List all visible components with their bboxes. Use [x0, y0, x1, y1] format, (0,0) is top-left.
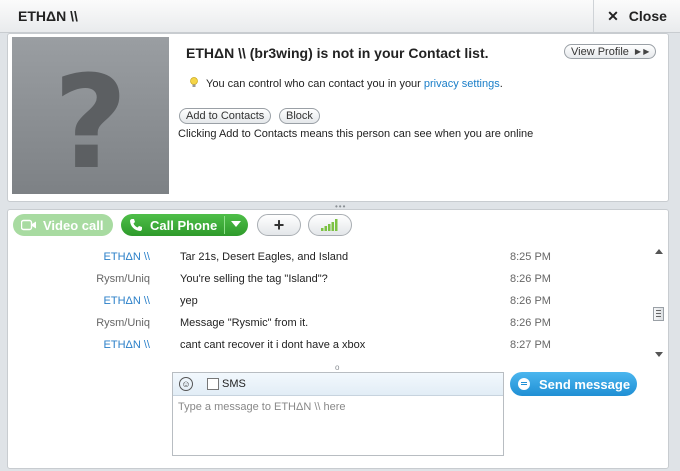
message-time: 8:25 PM [510, 251, 551, 263]
sms-checkbox[interactable] [207, 378, 219, 390]
message-scrollbar[interactable] [652, 245, 666, 361]
privacy-hint: You can control who can contact you in y… [190, 77, 503, 90]
scroll-down-icon[interactable] [655, 352, 663, 357]
send-message-button[interactable]: Send message [510, 372, 637, 396]
emoticon-icon[interactable]: ☺ [179, 377, 193, 391]
call-quality-button[interactable] [308, 214, 352, 236]
message-row: ETHΔN \\ cant cant recover it i dont hav… [8, 333, 648, 355]
privacy-hint-text: You can control who can contact you in y… [206, 78, 424, 90]
message-composer: ☺ SMS Type a message to ETHΔN \\ here [172, 372, 504, 456]
message-time: 8:27 PM [510, 339, 551, 351]
title-bar: ETHΔN \\ ✕ Close [0, 0, 680, 33]
arrow-right-icon: ▶ ▶ [634, 47, 650, 56]
privacy-settings-link[interactable]: privacy settings [424, 78, 500, 90]
unknown-avatar-icon: ? [53, 49, 128, 198]
message-row: Rysm/Uniq Message "Rysmic" from it. 8:26… [8, 311, 648, 333]
message-text: You're selling the tag "Island"? [180, 273, 328, 285]
privacy-hint-suffix: . [499, 78, 503, 90]
composer-resize-handle[interactable]: o [335, 363, 339, 372]
signal-strength-icon [321, 219, 338, 231]
message-text: Message "Rysmic" from it. [180, 317, 309, 329]
block-button[interactable]: Block [279, 108, 320, 124]
message-row: ETHΔN \\ Tar 21s, Desert Eagles, and Isl… [8, 245, 648, 267]
avatar: ? [12, 37, 169, 198]
video-camera-icon [21, 219, 36, 231]
call-phone-button[interactable]: Call Phone [121, 214, 248, 236]
add-contact-note: Clicking Add to Contacts means this pers… [178, 128, 534, 140]
message-sender[interactable]: ETHΔN \\ [104, 339, 150, 351]
view-profile-button[interactable]: View Profile ▶ ▶ [564, 44, 656, 59]
not-in-contacts-headline: ETHΔN \\ (br3wing) is not in your Contac… [186, 45, 489, 61]
chat-panel: Video call Call Phone + ETHΔN \\ Tar 21s… [7, 209, 669, 469]
message-row: ETHΔN \\ yep 8:26 PM [8, 289, 648, 311]
message-text: cant cant recover it i dont have a xbox [180, 339, 366, 351]
close-label: Close [628, 8, 667, 24]
message-sender[interactable]: ETHΔN \\ [104, 295, 150, 307]
phone-icon [130, 219, 142, 231]
message-input[interactable]: Type a message to ETHΔN \\ here [178, 401, 346, 413]
chat-bubble-icon [518, 378, 530, 390]
video-call-button[interactable]: Video call [13, 214, 113, 236]
sms-label: SMS [222, 378, 246, 390]
call-button-divider [224, 216, 225, 234]
message-history: ETHΔN \\ Tar 21s, Desert Eagles, and Isl… [8, 245, 648, 360]
contact-request-panel: ? ETHΔN \\ (br3wing) is not in your Cont… [7, 33, 669, 202]
scroll-up-icon[interactable] [655, 249, 663, 254]
message-row: Rysm/Uniq You're selling the tag "Island… [8, 267, 648, 289]
send-message-label: Send message [539, 376, 631, 392]
composer-toolbar: ☺ SMS [173, 373, 503, 396]
message-time: 8:26 PM [510, 295, 551, 307]
add-participants-button[interactable]: + [257, 214, 301, 236]
message-time: 8:26 PM [510, 317, 551, 329]
message-sender[interactable]: Rysm/Uniq [96, 317, 150, 329]
lightbulb-icon [190, 77, 198, 87]
message-text: Tar 21s, Desert Eagles, and Island [180, 251, 349, 263]
message-sender[interactable]: ETHΔN \\ [104, 251, 150, 263]
window-title: ETHΔN \\ [18, 8, 78, 24]
message-text: yep [180, 295, 198, 307]
close-button[interactable]: ✕ Close [593, 0, 680, 32]
view-profile-label: View Profile [571, 45, 629, 58]
add-to-contacts-button[interactable]: Add to Contacts [179, 108, 272, 124]
video-call-label: Video call [43, 217, 104, 233]
chevron-down-icon[interactable] [231, 221, 241, 227]
close-icon: ✕ [607, 7, 619, 24]
scrollbar-thumb[interactable] [653, 307, 664, 321]
call-phone-label: Call Phone [150, 217, 218, 233]
message-sender[interactable]: Rysm/Uniq [96, 273, 150, 285]
message-time: 8:26 PM [510, 273, 551, 285]
